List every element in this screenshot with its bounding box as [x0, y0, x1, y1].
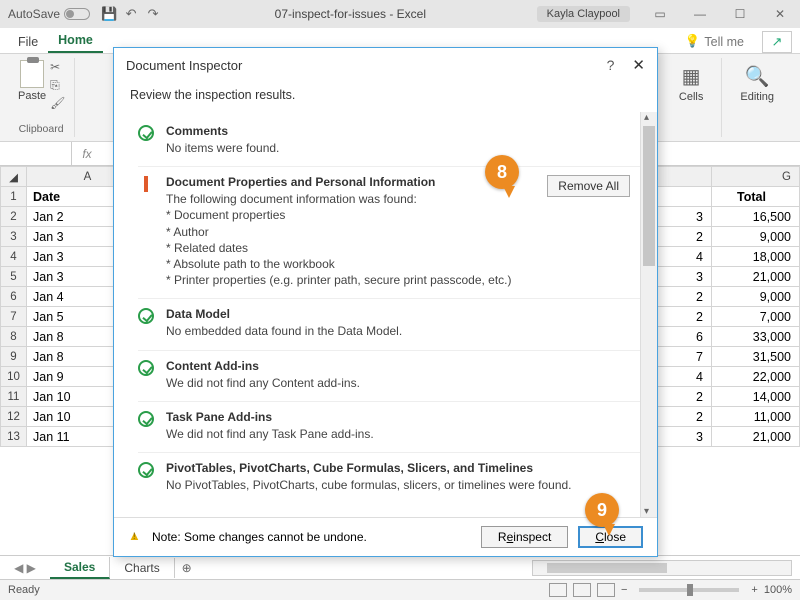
result-text: We did not find any Content add-ins.: [166, 375, 630, 391]
warning-icon: [128, 531, 142, 543]
result-text: We did not find any Task Pane add-ins.: [166, 426, 630, 442]
result-text: No PivotTables, PivotCharts, cube formul…: [166, 477, 630, 493]
result-item: * Author: [166, 224, 529, 240]
result-text: No embedded data found in the Data Model…: [166, 323, 630, 339]
close-icon[interactable]: ✕: [632, 56, 645, 74]
dialog-subtitle: Review the inspection results.: [114, 82, 657, 112]
result-item: * Document properties: [166, 207, 529, 223]
alert-icon: [144, 176, 148, 192]
result-item: * Related dates: [166, 240, 529, 256]
result-text: No items were found.: [166, 140, 630, 156]
result-title: Data Model: [166, 307, 630, 321]
result-data-model: Data Model No embedded data found in the…: [138, 299, 640, 350]
result-title: Task Pane Add-ins: [166, 410, 630, 424]
result-title: Document Properties and Personal Informa…: [166, 175, 529, 189]
dialog-titlebar[interactable]: Document Inspector ? ✕: [114, 48, 657, 82]
reinspect-button[interactable]: Reinspect: [481, 526, 568, 548]
check-icon: [138, 360, 154, 376]
check-icon: [138, 308, 154, 324]
dialog-overlay: Document Inspector ? ✕ Review the inspec…: [0, 0, 800, 600]
check-icon: [138, 462, 154, 478]
help-icon[interactable]: ?: [607, 57, 615, 73]
result-item: * Printer properties (e.g. printer path,…: [166, 272, 529, 288]
annotation-8: 8: [485, 155, 525, 201]
remove-all-button[interactable]: Remove All: [547, 175, 630, 197]
result-title: PivotTables, PivotCharts, Cube Formulas,…: [166, 461, 630, 475]
scroll-up-icon[interactable]: ▴: [644, 112, 649, 123]
result-text: The following document information was f…: [166, 191, 529, 207]
result-taskpane-addins: Task Pane Add-ins We did not find any Ta…: [138, 402, 640, 453]
result-title: Content Add-ins: [166, 359, 630, 373]
result-comments: Comments No items were found.: [138, 116, 640, 167]
dialog-footer: Note: Some changes cannot be undone. Rei…: [114, 517, 657, 556]
check-icon: [138, 411, 154, 427]
check-icon: [138, 125, 154, 141]
result-pivottables: PivotTables, PivotCharts, Cube Formulas,…: [138, 453, 640, 503]
document-inspector-dialog: Document Inspector ? ✕ Review the inspec…: [113, 47, 658, 557]
footer-note: Note: Some changes cannot be undone.: [152, 530, 367, 544]
annotation-9: 9: [585, 493, 625, 539]
scroll-down-icon[interactable]: ▾: [644, 506, 649, 517]
scroll-thumb[interactable]: [643, 126, 655, 266]
result-content-addins: Content Add-ins We did not find any Cont…: [138, 351, 640, 402]
annotation-bubble: 8: [485, 155, 519, 189]
dialog-scrollbar[interactable]: ▴ ▾: [640, 112, 657, 517]
result-title: Comments: [166, 124, 630, 138]
result-doc-properties: Document Properties and Personal Informa…: [138, 167, 640, 299]
result-item: * Absolute path to the workbook: [166, 256, 529, 272]
dialog-title: Document Inspector: [126, 58, 242, 73]
inspection-results-list: Comments No items were found. Document P…: [114, 112, 640, 517]
annotation-bubble: 9: [585, 493, 619, 527]
